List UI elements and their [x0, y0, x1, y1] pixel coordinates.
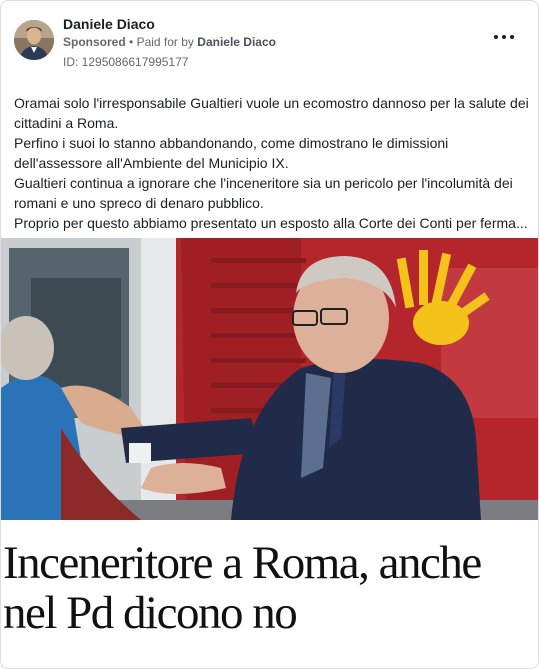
post-photo[interactable] — [1, 238, 538, 520]
author-name[interactable]: Daniele Diaco — [63, 16, 155, 32]
article-headline[interactable]: Inceneritore a Roma, anche nel Pd dicono… — [3, 538, 538, 638]
headline-line: Inceneritore a Roma, anche — [3, 537, 482, 589]
text-line: Gualtieri continua a ignorare che l'ince… — [14, 175, 513, 191]
text-line: Perfino i suoi lo stanno abbandonando, c… — [14, 135, 449, 151]
text-line: dell'assessore all'Ambiente del Municipi… — [14, 155, 289, 171]
text-line: romani e uno spreco di denaro pubblico. — [14, 195, 264, 211]
sponsored-label: Sponsored — [63, 35, 126, 49]
avatar[interactable] — [14, 20, 54, 60]
text-line: cittadini a Roma. — [14, 115, 119, 131]
ad-card: Daniele Diaco Sponsored • Paid for by Da… — [0, 0, 539, 669]
post-text: Oramai solo l'irresponsabile Gualtieri v… — [14, 93, 530, 233]
post-header: Daniele Diaco Sponsored • Paid for by Da… — [14, 13, 526, 73]
separator: • — [129, 35, 134, 49]
ad-id: ID: 1295086617995177 — [63, 55, 189, 69]
headline-line: nel Pd dicono no — [3, 587, 298, 639]
paid-for-name: Daniele Diaco — [197, 35, 276, 49]
text-line[interactable]: Proprio per questo abbiamo presentato un… — [14, 213, 530, 233]
paid-for-label: Paid for by — [136, 35, 194, 49]
text-line: Oramai solo l'irresponsabile Gualtieri v… — [14, 95, 529, 111]
sponsored-line: Sponsored • Paid for by Daniele Diaco — [63, 35, 276, 49]
more-horizontal-icon[interactable] — [494, 31, 514, 43]
